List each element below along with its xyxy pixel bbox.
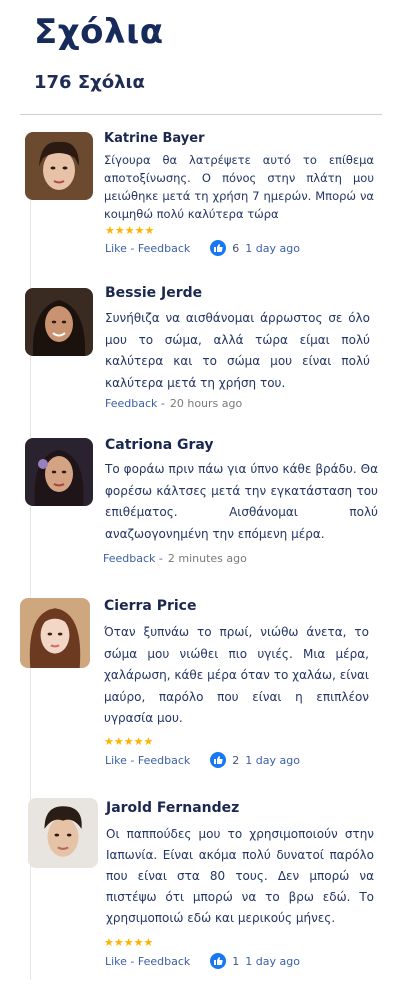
comment-text: Το φοράω πριν πάω για ύπνο κάθε βράδυ. Θ… [105,462,378,541]
like-feedback-link[interactable]: Like - Feedback [105,955,190,968]
thumbs-up-icon [210,752,227,768]
comment-author: Cierra Price [104,598,197,614]
avatar [28,798,98,868]
like-feedback-link[interactable]: Like - Feedback [105,754,190,767]
comment-text: Όταν ξυπνάω το πρωί, νιώθω άνετα, το σώμ… [104,625,369,725]
rating-stars: ★★★★★ [104,936,154,949]
comment-time: 1 day ago [245,753,300,767]
page-title: Σχόλια [34,12,164,52]
avatar [25,438,93,506]
avatar [20,598,90,668]
comment-text: Σίγουρα θα λατρέψετε αυτό το επίθεμα απο… [104,153,374,221]
like-count: 6 [232,241,240,255]
comment-text: Οι παππούδες μου το χρησιμοποιούν στην Ι… [106,827,374,925]
like-feedback-link[interactable]: Like - Feedback [105,242,190,255]
comment-author: Katrine Bayer [104,131,205,146]
avatar [25,132,93,200]
avatar [25,288,93,356]
rating-stars: ★★★★★ [105,224,155,237]
like-count: 2 [232,753,240,767]
comment-author: Catriona Gray [105,437,214,453]
comment-text: Συνήθιζα να αισθάνομαι άρρωστος σε όλο μ… [105,311,370,390]
comment-time: 1 day ago [245,241,300,255]
divider [20,114,382,115]
comment-time: 20 hours ago [169,397,243,410]
like-count: 1 [232,954,240,968]
comment-count: 176 Σχόλια [34,72,145,93]
comment-author: Bessie Jerde [105,285,203,301]
comment-time: 2 minutes ago [167,552,247,565]
feedback-link[interactable]: Feedback - [105,397,165,410]
comment-author: Jarold Fernandez [106,800,240,816]
thumbs-up-icon [210,953,227,969]
thumbs-up-icon [210,240,227,256]
comment-time: 1 day ago [245,954,300,968]
rating-stars: ★★★★★ [104,735,154,748]
feedback-link[interactable]: Feedback - [103,552,163,565]
